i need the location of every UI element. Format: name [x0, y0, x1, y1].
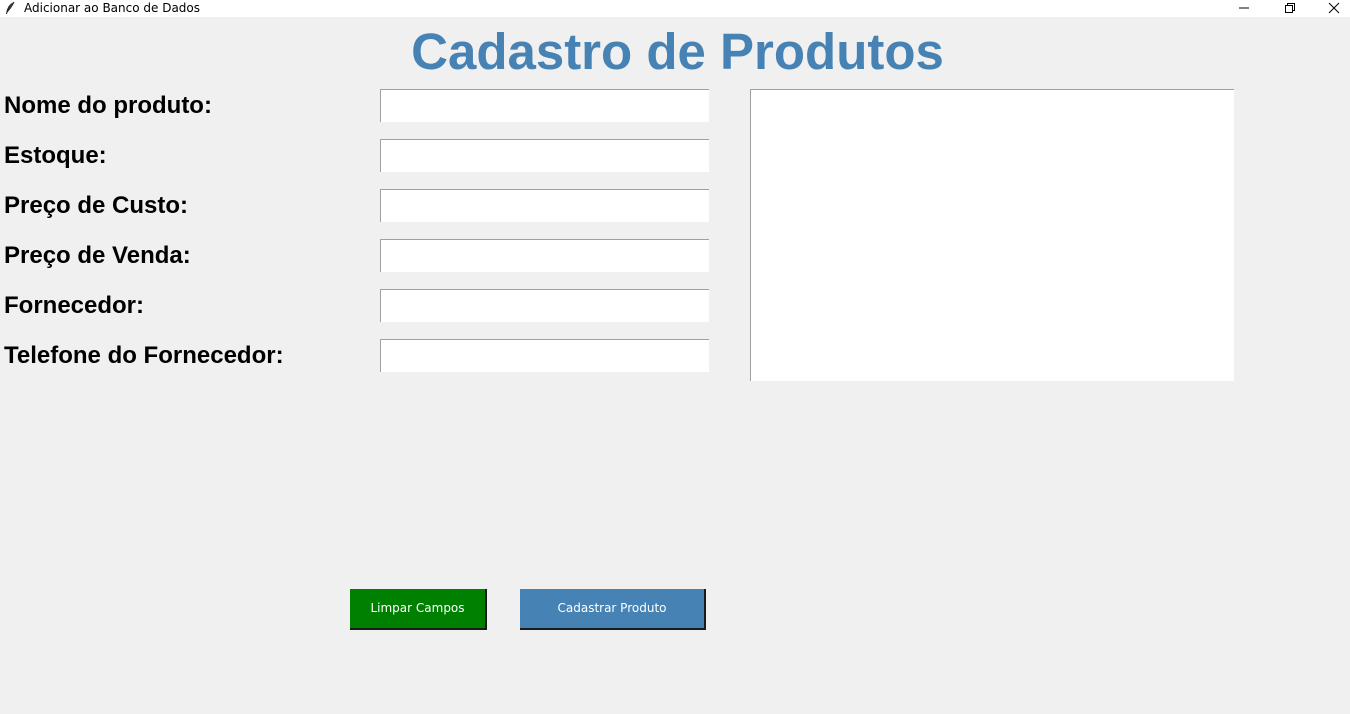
close-button[interactable] — [1311, 0, 1350, 17]
page-title: Cadastro de Produtos — [411, 23, 944, 80]
stock-input[interactable] — [380, 139, 709, 172]
supplier-phone-input[interactable] — [380, 339, 709, 372]
title-bar[interactable]: Adicionar ao Banco de Dados — [0, 0, 1350, 17]
close-icon — [1328, 2, 1340, 14]
restore-button[interactable] — [1266, 0, 1312, 17]
cost-price-input[interactable] — [380, 189, 709, 222]
restore-icon — [1285, 3, 1295, 13]
supplier-phone-label: Telefone do Fornecedor: — [4, 342, 284, 369]
app-window: Adicionar ao Banco de Dados Cadastro de … — [0, 0, 1350, 714]
cost-price-label: Preço de Custo: — [4, 192, 189, 219]
product-list-area[interactable] — [750, 89, 1234, 381]
sale-price-label: Preço de Venda: — [4, 242, 191, 269]
supplier-label: Fornecedor: — [4, 292, 145, 319]
supplier-input[interactable] — [380, 289, 709, 322]
product-name-label: Nome do produto: — [4, 92, 212, 119]
minimize-icon — [1239, 7, 1249, 9]
sale-price-input[interactable] — [380, 239, 709, 272]
register-product-button[interactable]: Cadastrar Produto — [520, 589, 706, 630]
stock-label: Estoque: — [4, 142, 107, 169]
minimize-button[interactable] — [1221, 0, 1267, 17]
clear-fields-button[interactable]: Limpar Campos — [350, 589, 487, 630]
feather-icon — [4, 1, 16, 15]
product-name-input[interactable] — [380, 89, 709, 122]
window-title: Adicionar ao Banco de Dados — [24, 1, 201, 15]
